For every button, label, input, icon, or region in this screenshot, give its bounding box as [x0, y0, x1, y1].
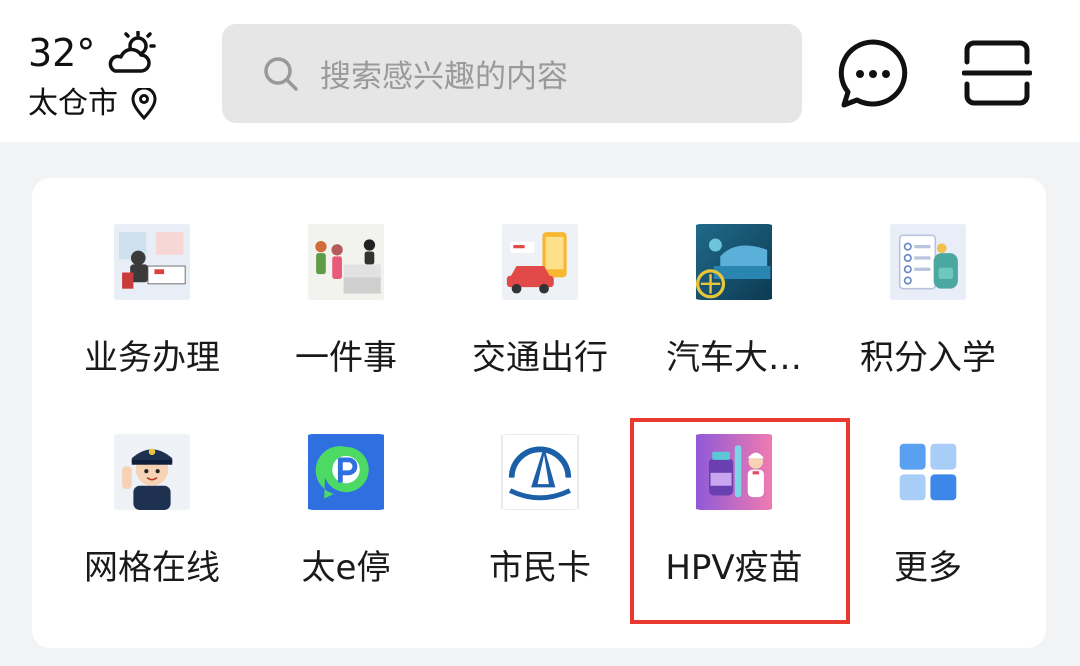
service-item[interactable]: 汽车大… [637, 178, 831, 378]
service-item[interactable]: 网格在线 [55, 388, 249, 588]
temperature-text: 32° [28, 31, 96, 75]
city-name: 太仓市 [28, 86, 118, 121]
service-item[interactable]: 市民卡 [443, 388, 637, 588]
service-item[interactable]: 一件事 [249, 178, 443, 378]
service-label: 汽车大… [666, 338, 802, 378]
service-item[interactable]: 业务办理 [55, 178, 249, 378]
service-counter-icon [114, 224, 190, 300]
police-officer-icon [114, 434, 190, 510]
citizen-card-logo-icon [501, 434, 579, 510]
service-item[interactable]: 更多 [831, 388, 1025, 588]
search-placeholder: 搜索感兴趣的内容 [320, 59, 568, 95]
service-item[interactable]: 积分入学 [831, 178, 1025, 378]
partly-cloudy-icon [109, 31, 157, 73]
service-label: 太e停 [301, 548, 391, 588]
service-label: 一件事 [295, 338, 397, 378]
search-icon [264, 56, 298, 91]
service-item[interactable]: HPV疫苗 [637, 388, 831, 588]
chat-bubble-icon[interactable] [836, 38, 910, 110]
car-service-icon [696, 224, 772, 300]
car-map-icon [502, 224, 578, 300]
more-grid-icon [899, 443, 957, 501]
location-pin-icon [131, 88, 157, 120]
service-label: 交通出行 [472, 338, 608, 378]
service-item[interactable]: 太e停 [249, 388, 443, 588]
weather-widget[interactable]: 32° 太仓市 [28, 30, 158, 124]
service-label: 市民卡 [489, 548, 591, 588]
scan-icon[interactable] [962, 40, 1032, 106]
checklist-backpack-icon [890, 224, 966, 300]
reception-desk-icon [308, 224, 384, 300]
search-bar[interactable]: 搜索感兴趣的内容 [222, 24, 802, 123]
service-label: 积分入学 [860, 338, 996, 378]
top-bar: 32° 太仓市 搜索感兴趣的内容 [0, 0, 1080, 142]
services-card: 业务办理 一件事 交通出行 汽车大… 积分入学 网格在线 太e停 市民卡 HPV… [32, 178, 1046, 648]
service-label: 网格在线 [84, 548, 220, 588]
parking-app-icon [308, 434, 384, 510]
hpv-vaccine-icon [696, 434, 772, 510]
service-item[interactable]: 交通出行 [443, 178, 637, 378]
service-label: 业务办理 [84, 338, 220, 378]
service-label: HPV疫苗 [665, 548, 803, 588]
service-label: 更多 [894, 548, 962, 588]
